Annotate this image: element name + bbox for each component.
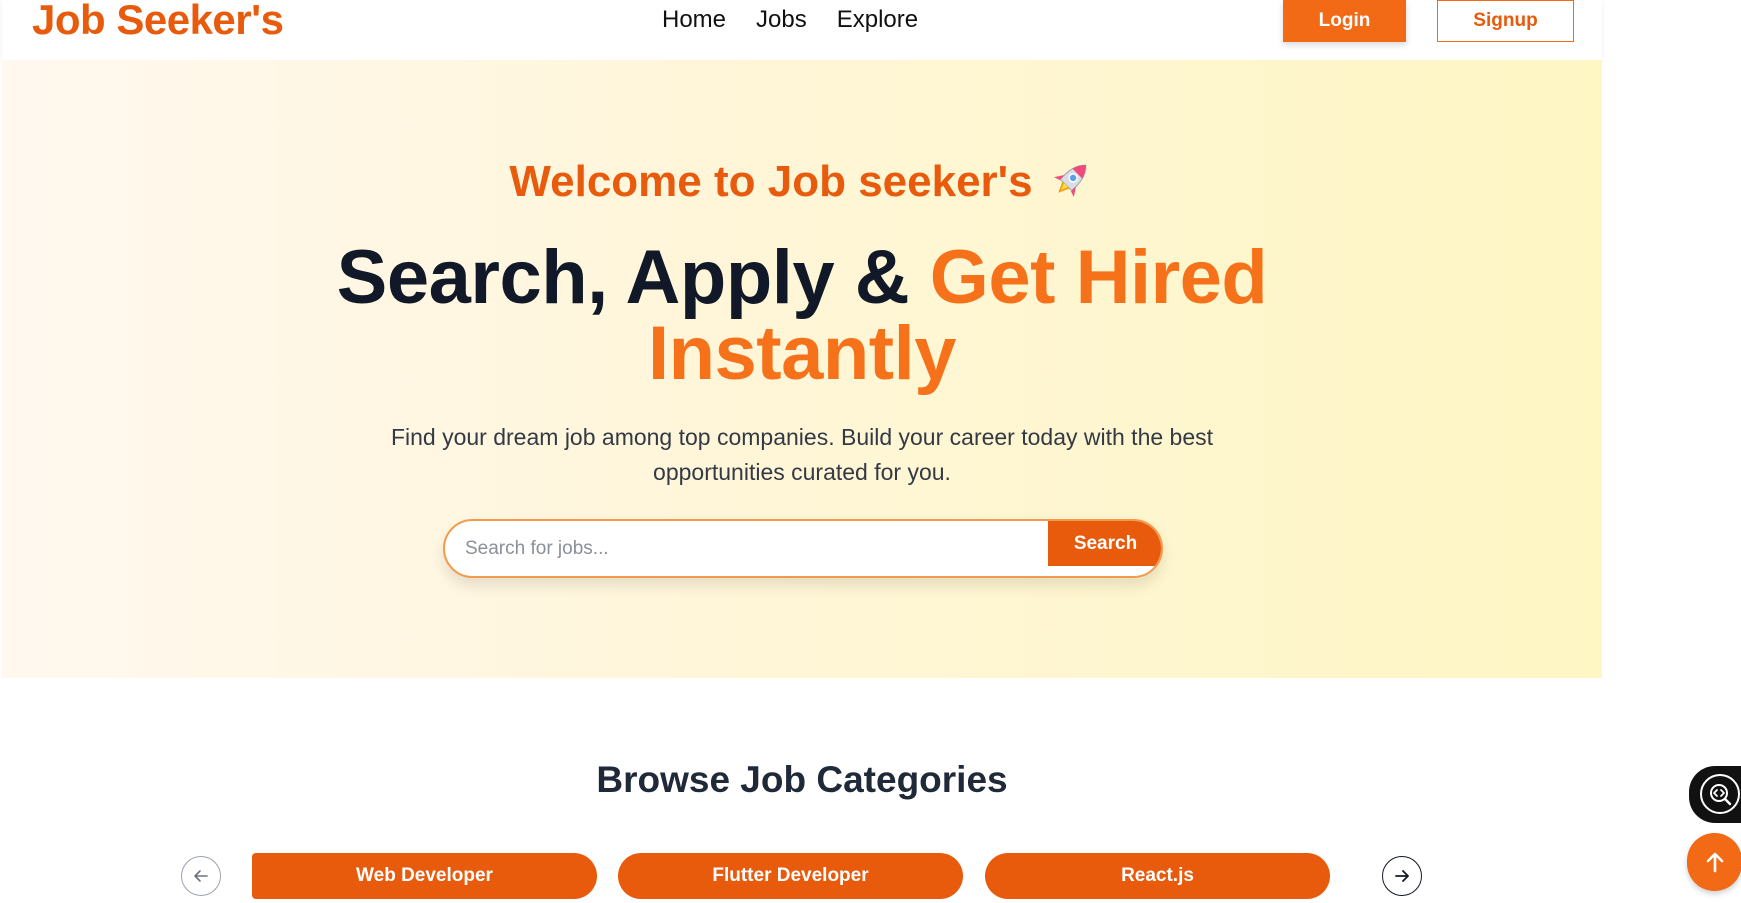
category-flutter-developer[interactable]: Flutter Developer (618, 853, 963, 899)
arrow-left-icon (194, 870, 208, 882)
scroll-to-top-button[interactable] (1687, 833, 1741, 891)
headline-line2: Instantly (648, 311, 957, 396)
devtools-button[interactable] (1700, 774, 1740, 814)
rocket-icon (1053, 165, 1086, 198)
categories-prev-button[interactable] (181, 856, 221, 896)
hero-subtitle: Find your dream job among top companies.… (390, 424, 1214, 485)
arrow-right-icon (1395, 870, 1409, 882)
categories-heading: Browse Job Categories (596, 759, 1008, 800)
category-web-developer[interactable]: Web Developer (252, 853, 597, 899)
job-search-bar: Search (443, 519, 1163, 578)
nav-home-link[interactable]: Home (662, 8, 726, 32)
devtools-widget[interactable] (1689, 766, 1741, 823)
code-search-icon (1710, 784, 1732, 806)
top-navbar: Job Seeker's Home Jobs Explore Login Sig… (2, 0, 1602, 60)
welcome-heading: Welcome to Job seeker's (2, 155, 1602, 209)
nav-explore-link[interactable]: Explore (837, 8, 918, 32)
welcome-text: Welcome to Job seeker's (509, 157, 1033, 206)
main-nav: Home Jobs Explore (662, 8, 918, 32)
categories-next-button[interactable] (1382, 856, 1422, 896)
login-button[interactable]: Login (1283, 0, 1406, 42)
hero-section: Welcome to Job seeker's Search, Apply & … (2, 60, 1602, 678)
search-button[interactable]: Search (1048, 521, 1161, 566)
nav-jobs-link[interactable]: Jobs (756, 8, 807, 32)
site-logo[interactable]: Job Seeker's (32, 0, 284, 41)
arrow-up-icon (1706, 852, 1723, 873)
category-reactjs[interactable]: React.js (985, 853, 1330, 899)
hero-headline: Search, Apply & Get Hired Instantly (2, 240, 1602, 392)
headline-accent: Get Hired (929, 235, 1268, 320)
headline-part1: Search, Apply & (336, 235, 930, 320)
job-search-input[interactable] (445, 521, 1048, 576)
signup-button[interactable]: Signup (1437, 0, 1574, 42)
